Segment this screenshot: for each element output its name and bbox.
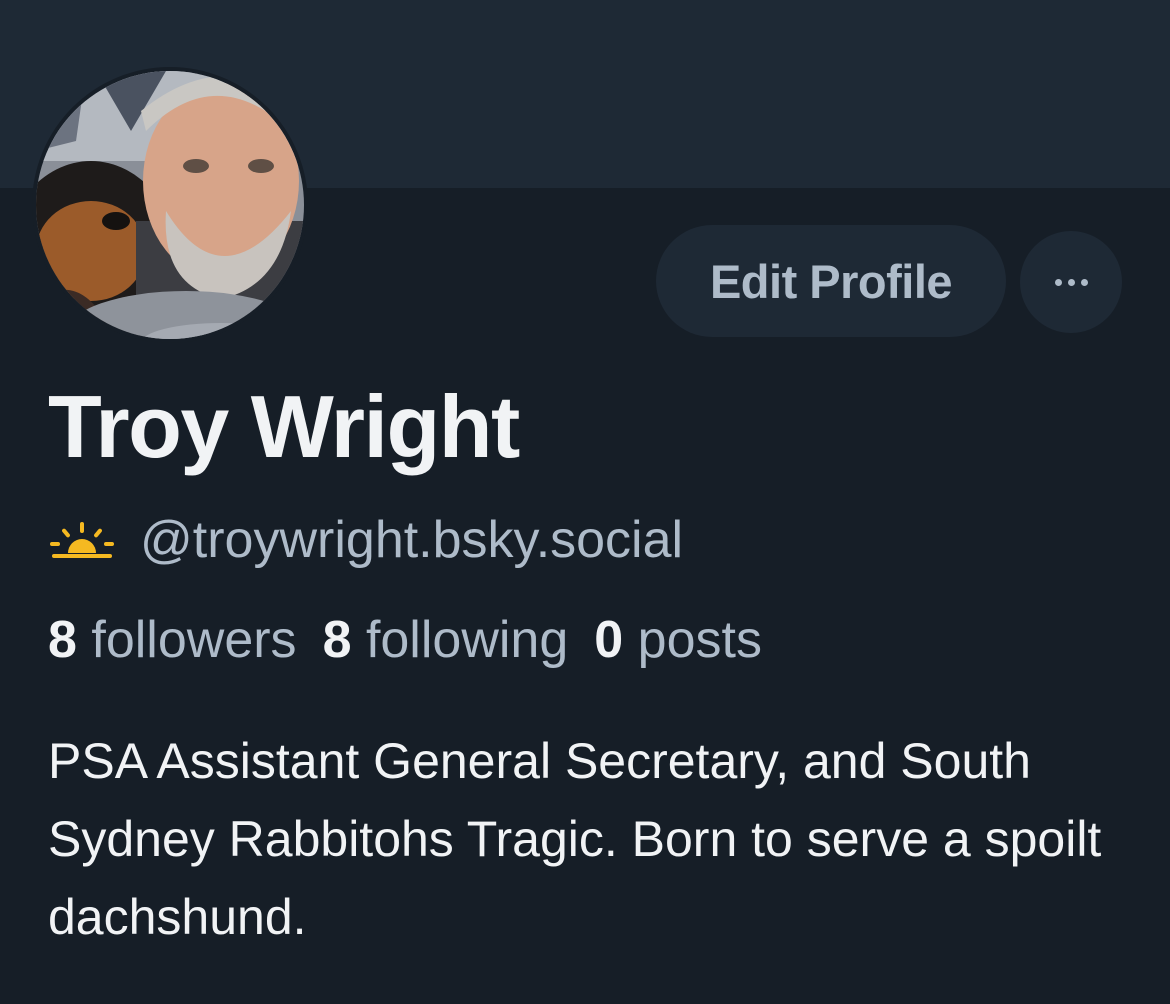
profile-photo bbox=[36, 71, 304, 339]
followers-label: followers bbox=[91, 611, 297, 669]
avatar[interactable] bbox=[32, 67, 308, 343]
following-stat[interactable]: 8 following bbox=[323, 610, 569, 670]
followers-count: 8 bbox=[48, 611, 77, 669]
more-icon bbox=[1054, 278, 1088, 286]
handle: @troywright.bsky.social bbox=[140, 511, 684, 569]
handle-row: @troywright.bsky.social bbox=[50, 510, 683, 570]
more-options-button[interactable] bbox=[1020, 231, 1122, 333]
posts-label: posts bbox=[637, 611, 762, 669]
following-count: 8 bbox=[322, 611, 352, 669]
edit-profile-button[interactable]: Edit Profile bbox=[656, 225, 1006, 337]
posts-stat: 0 posts bbox=[594, 610, 762, 670]
posts-count: 0 bbox=[594, 611, 624, 669]
profile-bio: PSA Assistant General Secretary, and Sou… bbox=[48, 733, 1102, 945]
followers-stat[interactable]: 8 followers bbox=[48, 610, 297, 670]
following-label: following bbox=[365, 611, 569, 669]
display-name: Troy Wright bbox=[48, 377, 520, 476]
profile-stats: 8 followers 8 following 0 posts bbox=[48, 608, 788, 672]
sunrise-icon bbox=[50, 522, 114, 558]
